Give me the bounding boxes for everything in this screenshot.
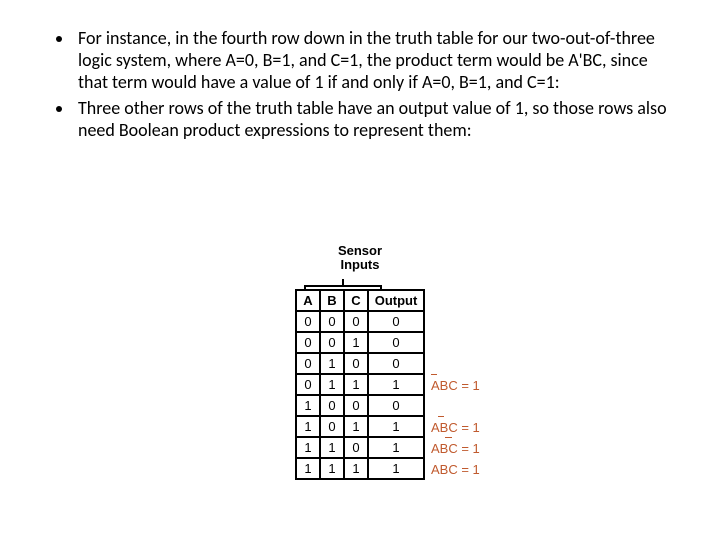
expr-symbol: ABC = 1 xyxy=(431,462,480,477)
product-term-annotation: ABC = 1 xyxy=(431,420,480,435)
cell: 1 xyxy=(296,458,320,479)
table-row: 1 0 0 0 xyxy=(296,395,424,416)
cell: 1 xyxy=(296,416,320,437)
cell: 0 xyxy=(320,416,344,437)
cell: 0 xyxy=(368,332,424,353)
cell: 0 xyxy=(296,311,320,332)
col-header: A xyxy=(296,290,320,311)
figure-inner: Sensor Inputs A B C Output xyxy=(295,244,425,480)
cell: 0 xyxy=(320,311,344,332)
bullet-item: For instance, in the fourth row down in … xyxy=(74,28,680,94)
expr-symbol: ABC = 1 xyxy=(431,420,480,435)
col-header: C xyxy=(344,290,368,311)
cell: 1 xyxy=(320,374,344,395)
product-term-annotation: ABC = 1 xyxy=(431,378,480,393)
product-term-annotation: ABC = 1 xyxy=(431,462,480,477)
cell: 1 xyxy=(320,458,344,479)
cell: 0 xyxy=(296,332,320,353)
table-row: 0 0 1 0 xyxy=(296,332,424,353)
bullet-item: Three other rows of the truth table have… xyxy=(74,98,680,142)
cell: 0 xyxy=(344,353,368,374)
figure-title: Sensor Inputs xyxy=(295,244,425,273)
table-row: 1 1 0 1 xyxy=(296,437,424,458)
cell: 1 xyxy=(296,437,320,458)
col-header: Output xyxy=(368,290,424,311)
cell: 1 xyxy=(296,395,320,416)
cell: 1 xyxy=(368,458,424,479)
truth-table-figure: Sensor Inputs A B C Output xyxy=(0,244,720,480)
col-header: B xyxy=(320,290,344,311)
table-row: 0 0 0 0 xyxy=(296,311,424,332)
cell: 0 xyxy=(320,395,344,416)
table-row: 0 1 1 1 xyxy=(296,374,424,395)
cell: 1 xyxy=(368,437,424,458)
figure-title-line1: Sensor xyxy=(338,243,382,258)
expr-symbol: ABC = 1 xyxy=(431,378,480,393)
product-term-annotation: ABC = 1 xyxy=(431,441,480,456)
cell: 0 xyxy=(368,395,424,416)
figure-title-line2: Inputs xyxy=(341,257,380,272)
cell: 0 xyxy=(368,353,424,374)
bracket-icon xyxy=(298,275,422,287)
cell: 0 xyxy=(368,311,424,332)
cell: 0 xyxy=(344,311,368,332)
cell: 1 xyxy=(320,437,344,458)
table-row: 1 0 1 1 xyxy=(296,416,424,437)
table-header-row: A B C Output xyxy=(296,290,424,311)
cell: 1 xyxy=(344,416,368,437)
expr-symbol: ABC = 1 xyxy=(431,441,480,456)
table-row: 0 1 0 0 xyxy=(296,353,424,374)
bullet-list: For instance, in the fourth row down in … xyxy=(40,28,680,142)
cell: 1 xyxy=(320,353,344,374)
cell: 0 xyxy=(344,437,368,458)
cell: 0 xyxy=(344,395,368,416)
cell: 0 xyxy=(296,374,320,395)
cell: 0 xyxy=(296,353,320,374)
cell: 1 xyxy=(344,374,368,395)
cell: 1 xyxy=(344,458,368,479)
cell: 1 xyxy=(368,374,424,395)
slide: For instance, in the fourth row down in … xyxy=(0,0,720,540)
table-body: 0 0 0 0 0 0 1 0 0 1 0 0 xyxy=(296,311,424,479)
table-row: 1 1 1 1 xyxy=(296,458,424,479)
cell: 1 xyxy=(344,332,368,353)
cell: 1 xyxy=(368,416,424,437)
cell: 0 xyxy=(320,332,344,353)
truth-table: A B C Output 0 0 0 0 0 0 xyxy=(295,289,425,480)
